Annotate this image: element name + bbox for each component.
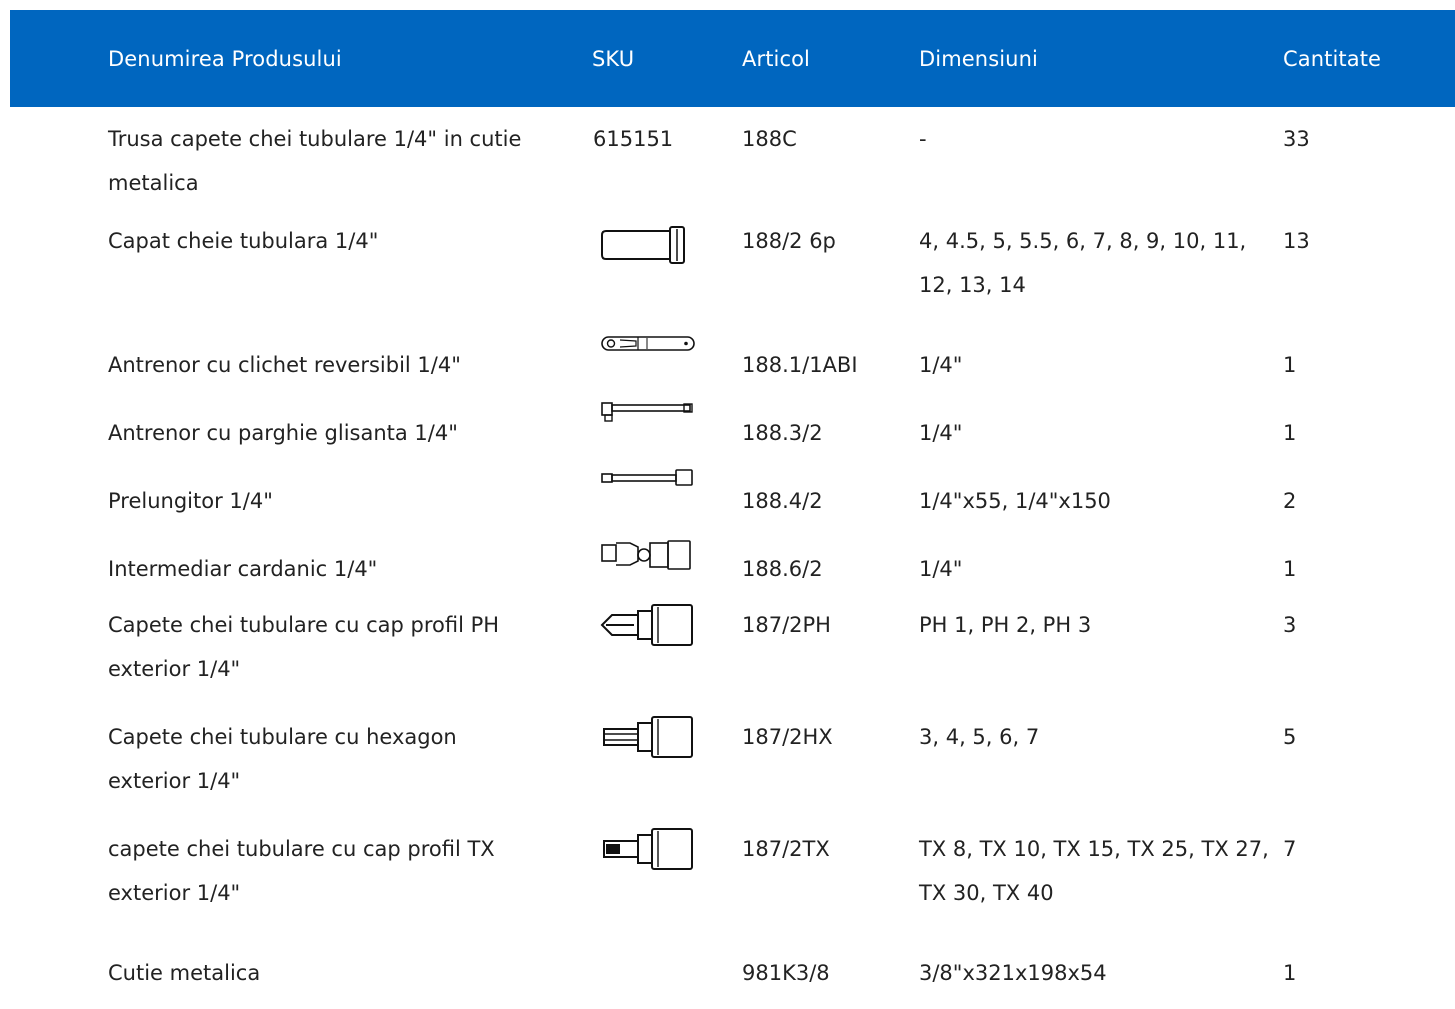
product-name: Capete chei tubulare cu cap profil PH ex… <box>108 613 500 681</box>
product-table-container: Denumirea Produsului SKU Articol Dimensi… <box>10 10 1455 1009</box>
product-name: Antrenor cu parghie glisanta 1/4" <box>108 421 458 445</box>
article-value: 188.4/2 <box>742 489 823 513</box>
dimensions-value: 1/4" <box>919 557 963 581</box>
header-dimensions: Dimensiuni <box>919 46 1038 71</box>
sku-cell <box>592 399 742 467</box>
table-row: Trusa capete chei tubulare 1/4" in cutie… <box>10 107 1455 219</box>
header-name: Denumirea Produsului <box>108 46 342 71</box>
quantity-value: 5 <box>1283 725 1297 749</box>
dimensions-value: 1/4" <box>919 421 963 445</box>
table-row: Capete chei tubulare cu cap profil PH ex… <box>10 603 1455 715</box>
dimensions-value: PH 1, PH 2, PH 3 <box>919 613 1092 637</box>
article-value: 188.6/2 <box>742 557 823 581</box>
article-value: 187/2PH <box>742 613 831 637</box>
article-value: 188/2 6p <box>742 229 836 253</box>
hex-bit-socket-icon <box>603 716 693 758</box>
header-quantity: Cantitate <box>1283 46 1382 71</box>
ph-bit-socket-icon <box>600 604 693 646</box>
dimensions-value: 3, 4, 5, 6, 7 <box>919 725 1040 749</box>
sku-value: 615151 <box>593 127 674 151</box>
quantity-value: 1 <box>1283 961 1297 985</box>
article-value: 187/2TX <box>742 837 830 861</box>
extension-bar-icon <box>601 469 693 486</box>
sku-cell <box>592 603 742 715</box>
table-row: Intermediar cardanic 1/4" 188.6/2 1/4" 1 <box>10 535 1455 603</box>
quantity-value: 3 <box>1283 613 1297 637</box>
product-name: Intermediar cardanic 1/4" <box>108 557 378 581</box>
table-row: Antrenor cu clichet reversibil 1/4" 188.… <box>10 331 1455 399</box>
dimensions-value: 4, 4.5, 5, 5.5, 6, 7, 8, 9, 10, 11, 12, … <box>919 229 1247 297</box>
table-row: Cutie metalica 981K3/8 3/8"x321x198x54 1 <box>10 939 1455 1009</box>
table-header: Denumirea Produsului SKU Articol Dimensi… <box>10 10 1455 107</box>
product-name: Trusa capete chei tubulare 1/4" in cutie… <box>108 127 522 195</box>
sku-cell <box>592 535 742 603</box>
sku-cell: 615151 <box>592 107 742 219</box>
table-row: Antrenor cu parghie glisanta 1/4" 188.3/… <box>10 399 1455 467</box>
table-row: Capete chei tubulare cu hexagon exterior… <box>10 715 1455 827</box>
quantity-value: 7 <box>1283 837 1297 861</box>
product-name: Capat cheie tubulara 1/4" <box>108 229 379 253</box>
sku-cell <box>592 827 742 939</box>
dimensions-value: - <box>919 127 927 151</box>
ratchet-icon <box>601 336 695 351</box>
article-value: 188C <box>742 127 797 151</box>
quantity-value: 2 <box>1283 489 1297 513</box>
dimensions-value: 3/8"x321x198x54 <box>919 961 1107 985</box>
table-row: Capat cheie tubulara 1/4" 188/2 6p 4, 4.… <box>10 219 1455 331</box>
article-value: 981K3/8 <box>742 961 830 985</box>
table-body: Trusa capete chei tubulare 1/4" in cutie… <box>10 107 1455 1009</box>
product-name: Prelungitor 1/4" <box>108 489 273 513</box>
product-table: Denumirea Produsului SKU Articol Dimensi… <box>10 10 1455 1009</box>
sku-cell <box>592 219 742 331</box>
header-row: Denumirea Produsului SKU Articol Dimensi… <box>10 10 1455 107</box>
header-article: Articol <box>742 46 810 71</box>
sku-cell <box>592 939 742 1009</box>
socket-icon <box>601 226 685 264</box>
tx-bit-socket-icon <box>603 828 693 870</box>
quantity-value: 33 <box>1283 127 1310 151</box>
quantity-value: 1 <box>1283 353 1297 377</box>
quantity-value: 1 <box>1283 557 1297 581</box>
sku-cell <box>592 467 742 535</box>
dimensions-value: TX 8, TX 10, TX 15, TX 25, TX 27, TX 30,… <box>919 837 1269 905</box>
article-value: 187/2HX <box>742 725 833 749</box>
sku-cell <box>592 331 742 399</box>
quantity-value: 1 <box>1283 421 1297 445</box>
product-name: Antrenor cu clichet reversibil 1/4" <box>108 353 461 377</box>
product-name: Capete chei tubulare cu hexagon exterior… <box>108 725 457 793</box>
dimensions-value: 1/4"x55, 1/4"x150 <box>919 489 1111 513</box>
product-name: capete chei tubulare cu cap profil TX ex… <box>108 837 495 905</box>
article-value: 188.3/2 <box>742 421 823 445</box>
table-row: Prelungitor 1/4" 188.4/2 1/4"x55, 1/4"x1… <box>10 467 1455 535</box>
sku-cell <box>592 715 742 827</box>
universal-joint-icon <box>601 540 691 570</box>
sliding-t-bar-icon <box>601 402 693 422</box>
header-sku: SKU <box>592 46 635 71</box>
product-name: Cutie metalica <box>108 961 261 985</box>
article-value: 188.1/1ABI <box>742 353 858 377</box>
dimensions-value: 1/4" <box>919 353 963 377</box>
table-row: capete chei tubulare cu cap profil TX ex… <box>10 827 1455 939</box>
quantity-value: 13 <box>1283 229 1310 253</box>
